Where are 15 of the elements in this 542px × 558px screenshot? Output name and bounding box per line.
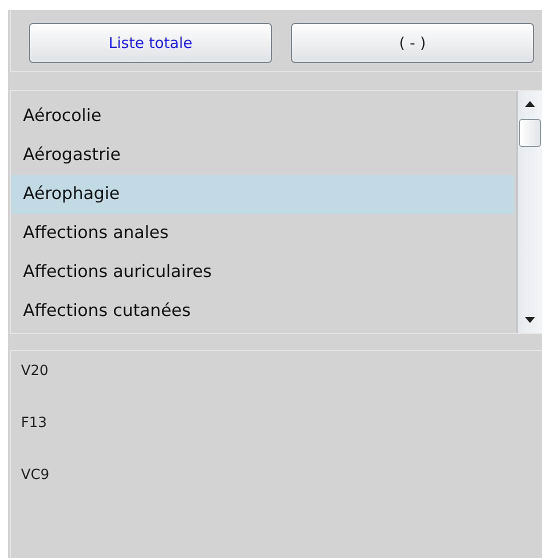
list-item[interactable]: Aérophagie xyxy=(11,175,514,214)
code-label: V20 xyxy=(21,363,48,379)
code-label: VC9 xyxy=(21,467,50,483)
list-item[interactable]: Affections auriculaires xyxy=(11,253,514,292)
list-item[interactable]: Affections cutanées xyxy=(11,292,514,331)
list-item[interactable]: Aérocolie xyxy=(11,97,514,136)
code-label: F13 xyxy=(21,415,47,431)
scrollbar[interactable] xyxy=(516,91,542,333)
list-button[interactable]: Liste totale xyxy=(29,23,272,63)
scroll-up-icon[interactable] xyxy=(525,101,535,107)
list-item[interactable]: Aérogastrie xyxy=(11,136,514,175)
list-item[interactable]: Affections anales xyxy=(11,214,514,253)
scroll-down-icon[interactable] xyxy=(525,317,535,323)
list-button[interactable]: ( - ) xyxy=(291,23,534,63)
scroll-thumb[interactable] xyxy=(519,119,541,147)
